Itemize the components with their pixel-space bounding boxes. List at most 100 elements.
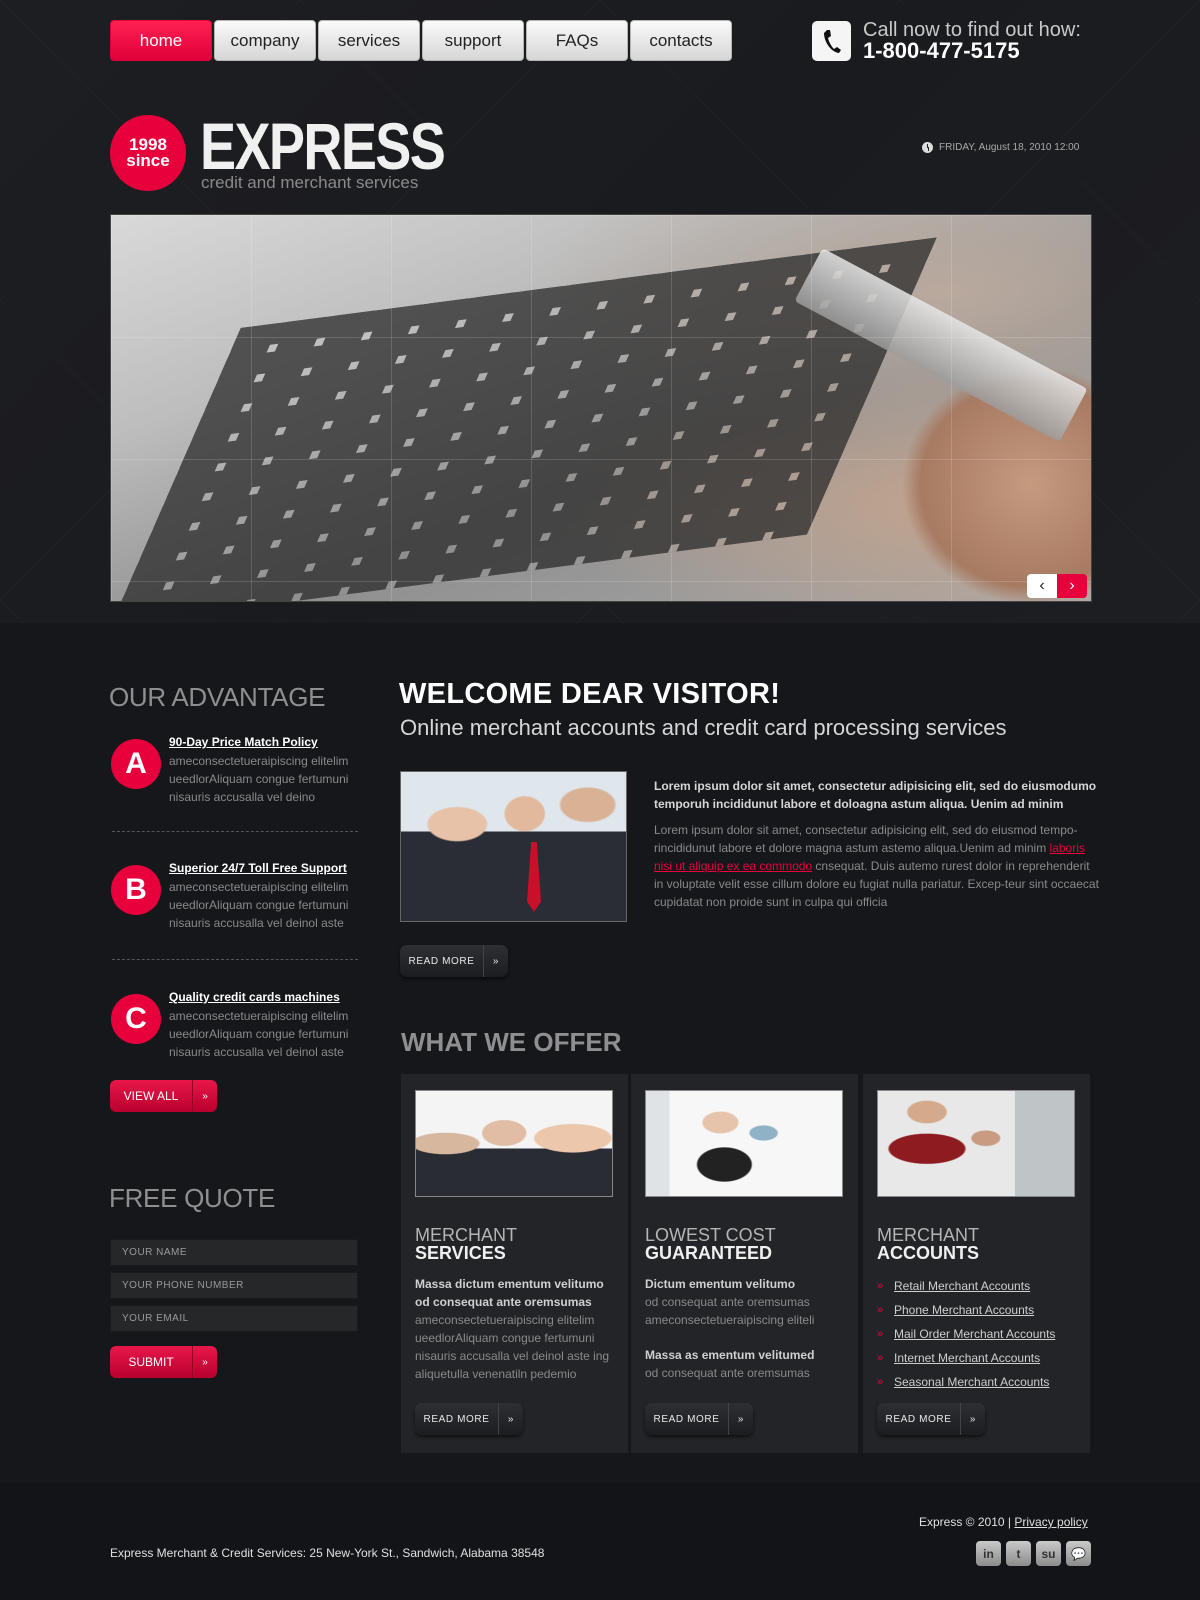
read-more-button[interactable]: READ MORE » (645, 1403, 753, 1435)
advantage-title-link[interactable]: Superior 24/7 Toll Free Support (169, 861, 347, 875)
stumbleupon-icon[interactable]: su (1036, 1541, 1061, 1566)
phone-merchant-accounts-link[interactable]: Phone Merchant Accounts (894, 1298, 1034, 1322)
seasonal-merchant-accounts-link[interactable]: Seasonal Merchant Accounts (894, 1370, 1049, 1394)
social-links: in t su 💬 (976, 1541, 1091, 1566)
phone-field[interactable] (110, 1272, 358, 1299)
chevron-double-right-icon: » (483, 945, 508, 977)
main-nav: home company services support FAQs conta… (110, 20, 732, 61)
welcome-subtitle: Online merchant accounts and credit card… (400, 715, 1007, 740)
submit-label: SUBMIT (128, 1355, 174, 1369)
phone-icon (812, 21, 851, 61)
read-more-button[interactable]: READ MORE » (415, 1403, 523, 1435)
advantage-badge: C (111, 994, 161, 1044)
mail-order-merchant-accounts-link[interactable]: Mail Order Merchant Accounts (894, 1322, 1055, 1346)
read-more-label: READ MORE (653, 1413, 720, 1425)
logo-subtitle: credit and merchant services (201, 173, 419, 192)
clock-icon (922, 142, 933, 153)
chevron-double-right-icon: » (877, 1328, 884, 1340)
offer-bold-text: Dictum ementum velitumo (645, 1277, 796, 1291)
advantage-text: ameconsectetueraipiscing elitelim ueedlo… (169, 880, 349, 930)
hero-slider: ‹ › (110, 214, 1092, 602)
nav-company[interactable]: company (214, 20, 316, 61)
team-photo (400, 771, 627, 922)
offer-image-businesswoman (645, 1090, 843, 1197)
offer-body: Dictum ementum velitumo od consequat ant… (645, 1275, 850, 1382)
offer-text: od consequat ante oremsumas (645, 1366, 810, 1380)
phone-tagline: Call now to find out how: (863, 19, 1081, 41)
chevron-left-icon[interactable]: ‹ (1027, 574, 1057, 598)
submit-button[interactable]: SUBMIT » (110, 1346, 217, 1378)
divider (112, 831, 358, 832)
welcome-body: Lorem ipsum dolor sit amet, consectetur … (654, 821, 1099, 911)
offer-title-line1: LOWEST COST (645, 1225, 776, 1245)
offer-body: Massa dictum ementum velitumo od consequ… (415, 1275, 620, 1383)
chevron-double-right-icon: » (877, 1280, 884, 1292)
free-quote-heading: FREE QUOTE (109, 1183, 276, 1213)
offer-title-line1: MERCHANT (877, 1225, 979, 1245)
chevron-double-right-icon: » (498, 1403, 523, 1435)
phone-number[interactable]: 1-800-477-5175 (863, 40, 1081, 62)
list-item: » Seasonal Merchant Accounts (877, 1370, 1055, 1394)
welcome-title: WELCOME DEAR VISITOR! (399, 678, 781, 710)
divider (112, 959, 358, 960)
date-text: FRIDAY, August 18, 2010 12:00 (939, 142, 1080, 153)
phone-block: Call now to find out how: 1-800-477-5175 (812, 20, 1081, 62)
date-display: FRIDAY, August 18, 2010 12:00 (922, 142, 1079, 153)
read-more-label: READ MORE (408, 955, 475, 967)
offer-title-line2: ACCOUNTS (877, 1243, 979, 1263)
advantage-title-link[interactable]: 90-Day Price Match Policy (169, 735, 318, 749)
list-item: » Retail Merchant Accounts (877, 1274, 1055, 1298)
chevron-double-right-icon: » (192, 1080, 217, 1112)
offer-bold-text: Massa as ementum velitumed (645, 1348, 815, 1362)
slide-grid-overlay (111, 215, 1091, 601)
internet-merchant-accounts-link[interactable]: Internet Merchant Accounts (894, 1346, 1040, 1370)
offer-title-line2: SERVICES (415, 1243, 506, 1263)
chat-icon[interactable]: 💬 (1066, 1541, 1091, 1566)
since-badge: 1998 since (110, 115, 186, 191)
footer-address: Express Merchant & Credit Services: 25 N… (110, 1546, 545, 1560)
chevron-double-right-icon: » (877, 1352, 884, 1364)
email-field[interactable] (110, 1305, 358, 1332)
chevron-double-right-icon: » (877, 1304, 884, 1316)
name-field[interactable] (110, 1239, 358, 1266)
welcome-intro: Lorem ipsum dolor sit amet, consectetur … (654, 779, 1097, 811)
chevron-double-right-icon: » (192, 1346, 217, 1378)
offer-card-lowest-cost: LOWEST COST GUARANTEED Dictum ementum ve… (631, 1074, 858, 1453)
offer-bold-text: Massa dictum ementum velitumo od consequ… (415, 1277, 604, 1309)
offer-text: ameconsectetueraipiscing elitelim ueedlo… (415, 1313, 610, 1381)
chevron-double-right-icon: » (728, 1403, 753, 1435)
list-item: » Phone Merchant Accounts (877, 1298, 1055, 1322)
list-item: » Internet Merchant Accounts (877, 1346, 1055, 1370)
nav-faqs[interactable]: FAQs (526, 20, 628, 61)
welcome-body-text: Lorem ipsum dolor sit amet, consectetur … (654, 823, 1078, 855)
merchant-accounts-list: » Retail Merchant Accounts » Phone Merchan… (877, 1274, 1055, 1394)
offer-text: od consequat ante oremsumas ameconsectet… (645, 1295, 815, 1327)
nav-contacts[interactable]: contacts (630, 20, 732, 61)
offer-card-merchant-services: MERCHANT SERVICES Massa dictum ementum v… (401, 1074, 628, 1453)
read-more-label: READ MORE (885, 1413, 952, 1425)
twitter-icon[interactable]: t (1006, 1541, 1031, 1566)
chevron-right-icon[interactable]: › (1057, 574, 1087, 598)
offer-title-line2: GUARANTEED (645, 1243, 773, 1263)
offer-title-line1: MERCHANT (415, 1225, 517, 1245)
chevron-double-right-icon: » (960, 1403, 985, 1435)
nav-services[interactable]: services (318, 20, 420, 61)
copyright-text: Express © 2010 | (919, 1515, 1012, 1529)
advantage-text: ameconsectetueraipiscing elitelim ueedlo… (169, 754, 349, 804)
privacy-policy-link[interactable]: Privacy policy (1014, 1515, 1087, 1529)
advantage-title-link[interactable]: Quality credit cards machines (169, 990, 340, 1004)
offer-card-merchant-accounts: MERCHANT ACCOUNTS » Retail Merchant Accou… (863, 1074, 1090, 1453)
advantage-text: ameconsectetueraipiscing elitelim ueedlo… (169, 1009, 349, 1059)
nav-support[interactable]: support (422, 20, 524, 61)
offer-image-office-meeting (877, 1090, 1075, 1197)
nav-home[interactable]: home (110, 20, 212, 61)
read-more-button[interactable]: READ MORE » (400, 945, 508, 977)
linkedin-icon[interactable]: in (976, 1541, 1001, 1566)
offer-heading: WHAT WE OFFER (401, 1027, 622, 1057)
advantage-badge: A (111, 739, 161, 789)
read-more-button[interactable]: READ MORE » (877, 1403, 985, 1435)
read-more-label: READ MORE (423, 1413, 490, 1425)
retail-merchant-accounts-link[interactable]: Retail Merchant Accounts (894, 1274, 1030, 1298)
view-all-button[interactable]: VIEW ALL » (110, 1080, 217, 1112)
chevron-double-right-icon: » (877, 1376, 884, 1388)
